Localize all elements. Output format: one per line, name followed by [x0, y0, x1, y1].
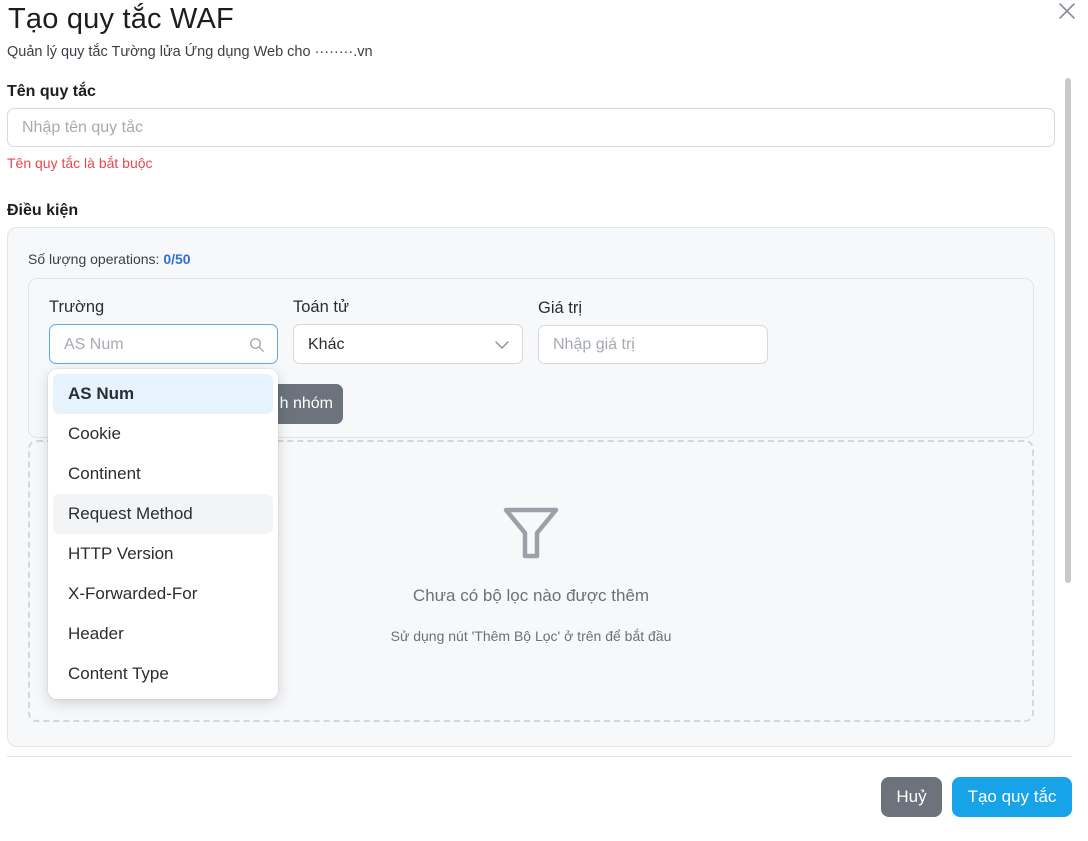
value-label: Giá trị	[538, 299, 583, 317]
dropdown-option[interactable]: Header	[53, 614, 273, 654]
field-select-placeholder: AS Num	[64, 336, 124, 353]
dropdown-option[interactable]: AS Num	[53, 374, 273, 414]
operator-select[interactable]: Khác	[293, 324, 523, 364]
value-input[interactable]	[538, 325, 768, 364]
field-select[interactable]: AS Num	[49, 324, 278, 364]
dropdown-option[interactable]: HTTP Version	[53, 534, 273, 574]
create-rule-button[interactable]: Tạo quy tắc	[952, 777, 1072, 817]
search-icon	[249, 337, 264, 352]
funnel-icon	[503, 507, 559, 559]
scrollbar-thumb[interactable]	[1065, 78, 1071, 583]
dropdown-option[interactable]: Request Method	[53, 494, 273, 534]
operator-label: Toán tử	[293, 298, 349, 316]
field-dropdown: AS Num Cookie Continent Request Method HTTP …	[48, 369, 278, 699]
conditions-label: Điều kiện	[7, 202, 79, 219]
rule-name-input[interactable]	[7, 108, 1055, 147]
modal-title: Tạo quy tắc WAF	[8, 3, 234, 35]
operations-count: Số lượng operations: 0/50	[28, 251, 191, 267]
dropdown-option[interactable]: Continent	[53, 454, 273, 494]
close-icon	[1059, 3, 1075, 19]
operator-select-value: Khác	[308, 336, 345, 353]
dropdown-option[interactable]: X-Forwarded-For	[53, 574, 273, 614]
cancel-button[interactable]: Huỷ	[881, 777, 942, 817]
rule-name-label: Tên quy tắc	[7, 83, 96, 100]
footer-divider	[7, 756, 1072, 757]
close-button[interactable]	[1056, 0, 1078, 22]
field-label: Trường	[49, 298, 105, 316]
dropdown-option[interactable]: Cookie	[53, 414, 273, 454]
operations-count-value: 0/50	[163, 251, 191, 267]
operations-count-label: Số lượng operations:	[28, 251, 160, 267]
dropdown-option[interactable]: Content Type	[53, 654, 273, 694]
modal-subtitle: Quản lý quy tắc Tường lửa Ứng dụng Web c…	[7, 44, 373, 60]
rule-name-error: Tên quy tắc là bắt buộc	[7, 155, 153, 171]
chevron-down-icon	[495, 341, 509, 349]
